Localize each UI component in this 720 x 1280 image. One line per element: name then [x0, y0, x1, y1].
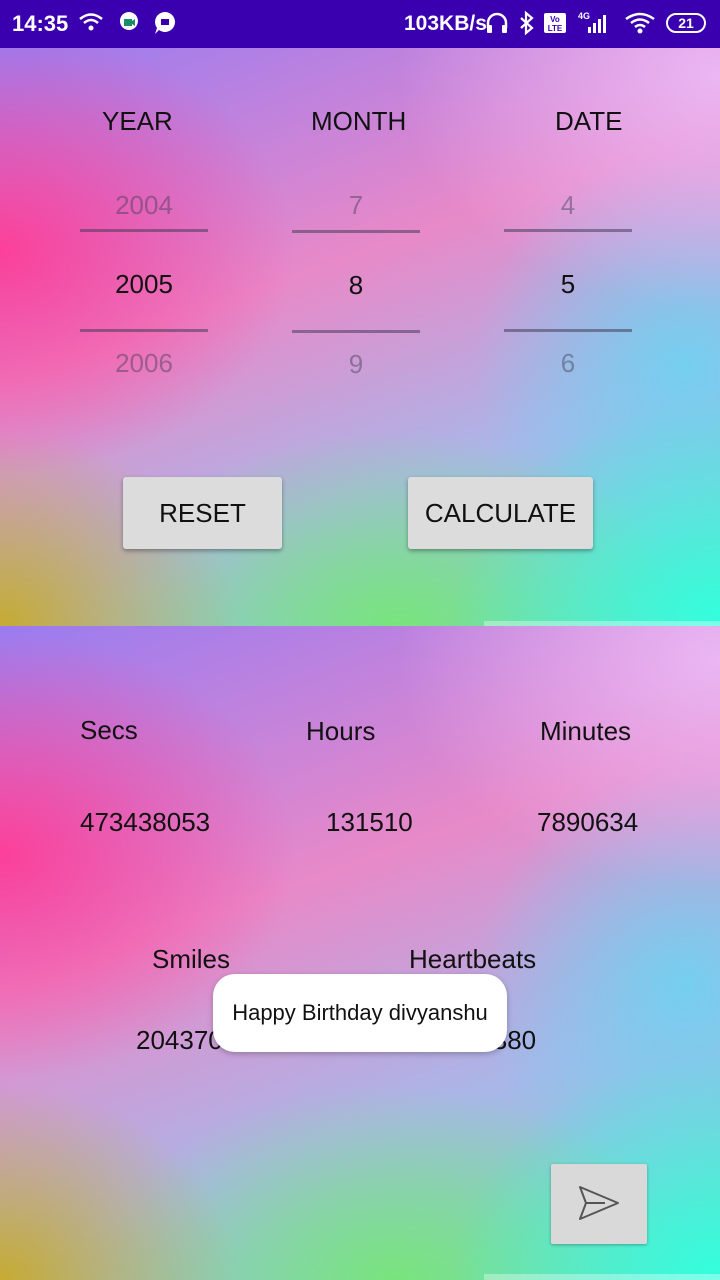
calculate-button[interactable]: CALCULATE	[408, 477, 593, 549]
year-current[interactable]: 2005	[80, 269, 208, 300]
month-divider-bottom	[292, 330, 420, 333]
status-bar: 14:35 103KB/s Vo LTE 4G 21	[0, 0, 720, 48]
year-divider-top	[80, 229, 208, 232]
year-prev[interactable]: 2004	[80, 190, 208, 221]
secs-value: 473438053	[80, 807, 211, 837]
network-type: 4G	[578, 11, 590, 21]
volte-icon: Vo LTE	[544, 13, 566, 33]
headphones-icon	[486, 12, 508, 33]
year-picker[interactable]: 2004 2005 2006	[80, 48, 208, 408]
signal-icon: 4G	[578, 11, 606, 33]
smiles-value: 204370	[136, 1025, 223, 1055]
date-picker[interactable]: 4 5 6	[504, 48, 632, 408]
battery-indicator: 21	[666, 13, 706, 33]
send-icon	[579, 1185, 619, 1220]
month-prev[interactable]: 7	[292, 190, 420, 221]
svg-text:LTE: LTE	[548, 24, 563, 33]
status-time: 14:35	[12, 11, 69, 36]
reset-button[interactable]: RESET	[123, 477, 282, 549]
wifi-icon	[79, 13, 103, 31]
date-prev[interactable]: 4	[504, 190, 632, 221]
month-picker[interactable]: 7 8 9	[292, 48, 420, 408]
secs-label: Secs	[80, 715, 138, 745]
date-next[interactable]: 6	[504, 348, 632, 379]
month-current[interactable]: 8	[292, 270, 420, 301]
network-speed: 103KB/s	[404, 12, 487, 35]
meet-icon	[119, 12, 138, 30]
month-next[interactable]: 9	[292, 349, 420, 380]
smiles-label: Smiles	[152, 944, 231, 974]
year-next[interactable]: 2006	[80, 348, 208, 379]
date-divider-bottom	[504, 329, 632, 332]
send-button[interactable]	[551, 1164, 647, 1244]
hours-value: 131510	[326, 807, 413, 837]
date-divider-top	[504, 229, 632, 232]
minutes-value: 7890634	[537, 807, 639, 837]
chat-icon	[155, 11, 175, 34]
hours-label: Hours	[306, 716, 376, 746]
bluetooth-icon	[520, 10, 534, 36]
date-current[interactable]: 5	[504, 269, 632, 300]
date-picker-panel: YEAR MONTH DATE 2004 2005 2006 7 8 9 4 5…	[0, 48, 720, 626]
birthday-toast: Happy Birthday divyanshu	[213, 974, 507, 1052]
heartbeats-label: Heartbeats	[409, 944, 537, 974]
svg-text:Vo: Vo	[550, 15, 560, 24]
bottom-edge-line	[484, 1274, 720, 1280]
minutes-label: Minutes	[540, 716, 632, 746]
wifi-signal-icon	[625, 12, 655, 34]
month-divider-top	[292, 230, 420, 233]
year-divider-bottom	[80, 329, 208, 332]
